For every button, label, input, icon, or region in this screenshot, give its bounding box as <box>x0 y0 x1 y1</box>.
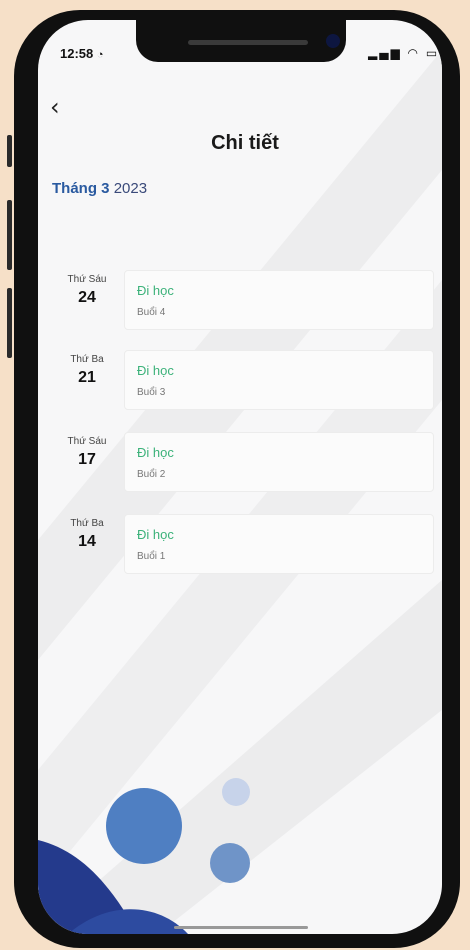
notch <box>136 20 346 62</box>
decor-circle-large <box>106 788 182 864</box>
status-time: 12:58 ◔ <box>60 46 104 61</box>
day-number: 14 <box>78 533 96 550</box>
attendance-status: Đi học <box>137 445 174 460</box>
attendance-card[interactable]: Đi học Buổi 2 <box>124 432 434 492</box>
attendance-entry[interactable]: Thứ Ba 14 Đi học Buổi 1 <box>38 514 442 580</box>
back-button[interactable]: ‹ <box>50 94 76 120</box>
session-label: Buổi 1 <box>137 551 166 562</box>
alarm-icon: ◔ <box>96 49 104 61</box>
wifi-icon: ◠ <box>407 46 420 60</box>
day-number: 21 <box>78 369 96 386</box>
weekday-label: Thứ Sáu <box>67 436 107 447</box>
weekday-label: Thứ Ba <box>70 354 104 365</box>
attendance-card[interactable]: Đi học Buổi 1 <box>124 514 434 574</box>
attendance-status: Đi học <box>137 363 174 378</box>
date-column: Thứ Ba 14 <box>56 518 118 551</box>
month-selector[interactable]: Tháng 3 2023 <box>52 180 147 197</box>
attendance-entry[interactable]: Thứ Sáu 17 Đi học Buổi 2 <box>38 432 442 498</box>
page-title: Chi tiết <box>211 132 279 154</box>
day-number: 17 <box>78 451 96 468</box>
chevron-left-icon: ‹ <box>50 93 60 121</box>
volume-down-button <box>7 288 12 358</box>
month-label: Tháng 3 <box>52 180 110 197</box>
attendance-entry[interactable]: Thứ Ba 21 Đi học Buổi 3 <box>38 350 442 416</box>
home-indicator[interactable] <box>174 926 308 929</box>
attendance-card[interactable]: Đi học Buổi 3 <box>124 350 434 410</box>
session-label: Buổi 4 <box>137 307 166 318</box>
camera <box>326 34 340 48</box>
speaker <box>188 40 308 45</box>
status-icons: ▂▄▆ ◠ ▭ <box>368 46 439 60</box>
date-column: Thứ Sáu 24 <box>56 274 118 307</box>
mute-switch <box>7 135 12 167</box>
attendance-status: Đi học <box>137 527 174 542</box>
app-screen: 12:58 ◔ ▂▄▆ ◠ ▭ ‹ Chi tiết Tháng 3 2023 … <box>38 20 442 934</box>
volume-up-button <box>7 200 12 270</box>
session-label: Buổi 3 <box>137 387 166 398</box>
date-column: Thứ Ba 21 <box>56 354 118 387</box>
battery-icon: ▭ <box>425 46 440 60</box>
attendance-entry[interactable]: Thứ Sáu 24 Đi học Buổi 4 <box>38 270 442 336</box>
weekday-label: Thứ Ba <box>70 518 104 529</box>
decor-circle-small <box>210 843 250 883</box>
decor-circle-faint <box>222 778 250 806</box>
day-number: 24 <box>78 289 96 306</box>
attendance-status: Đi học <box>137 283 174 298</box>
attendance-card[interactable]: Đi học Buổi 4 <box>124 270 434 330</box>
session-label: Buổi 2 <box>137 469 166 480</box>
year-label: 2023 <box>113 180 148 197</box>
date-column: Thứ Sáu 17 <box>56 436 118 469</box>
weekday-label: Thứ Sáu <box>67 274 107 285</box>
signal-icon: ▂▄▆ <box>368 46 402 60</box>
